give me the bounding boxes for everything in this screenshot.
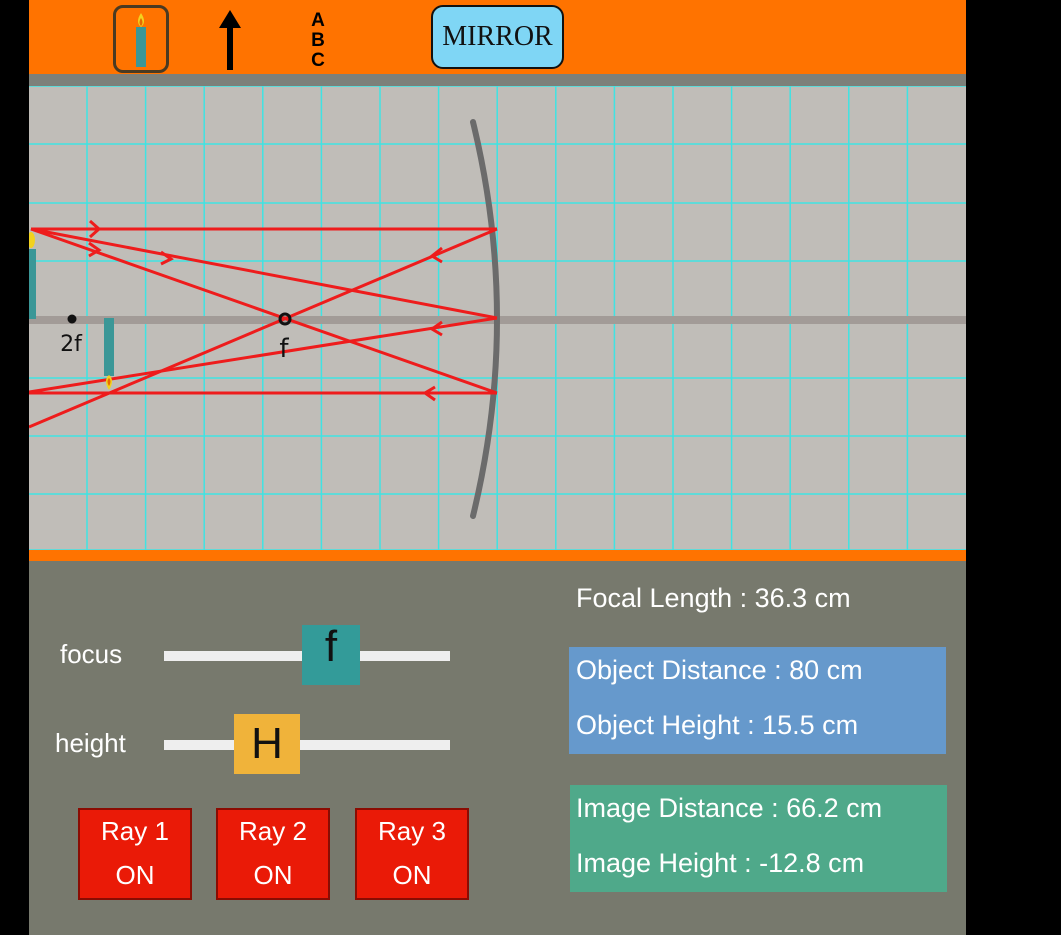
ray-1-label: Ray 1 xyxy=(101,816,169,846)
ray-3-state: ON xyxy=(392,860,432,890)
ray-1-toggle[interactable]: Ray 1 ON xyxy=(78,808,192,900)
object-height-readout: Object Height : 15.5 cm xyxy=(576,710,859,740)
focal-label: f xyxy=(279,334,289,364)
ray-2-label: Ray 2 xyxy=(239,816,307,846)
svg-text:C: C xyxy=(311,50,325,71)
ray-2-toggle[interactable]: Ray 2 ON xyxy=(216,808,330,900)
object-distance-readout: Object Distance : 80 cm xyxy=(576,655,863,685)
object-info-panel: Object Distance : 80 cm Object Height : … xyxy=(569,647,946,754)
image-height-readout: Image Height : -12.8 cm xyxy=(576,848,865,878)
focal-length-readout: Focal Length : 36.3 cm xyxy=(576,583,851,613)
optics-app: A B C MIRROR 2f f focus f height H Ray 1… xyxy=(29,0,966,935)
ray-1-state: ON xyxy=(115,860,155,890)
stage-border xyxy=(29,550,966,561)
candle-tool-button[interactable] xyxy=(113,5,169,73)
toolbar-divider xyxy=(29,74,966,86)
image-info-panel: Image Distance : 66.2 cm Image Height : … xyxy=(570,785,947,892)
letters-tool-button[interactable]: A B C xyxy=(301,8,335,72)
abc-letters-icon: A B C xyxy=(311,10,325,71)
ray-2-state: ON xyxy=(253,860,293,890)
ray-3-label: Ray 3 xyxy=(378,816,446,846)
focus-slider-thumb[interactable]: f xyxy=(302,625,360,685)
height-slider-track[interactable] xyxy=(164,740,450,750)
focus-label: focus xyxy=(60,639,123,669)
toolbar: A B C MIRROR xyxy=(29,0,966,74)
ray-3-toggle[interactable]: Ray 3 ON xyxy=(355,808,469,900)
svg-text:A: A xyxy=(311,10,325,31)
control-panel: focus f height H Ray 1 ON Ray 2 ON Ray 3… xyxy=(29,561,966,935)
mirror-button[interactable]: MIRROR xyxy=(431,5,564,69)
candle-icon xyxy=(136,13,146,67)
arrow-tool-button[interactable] xyxy=(215,8,245,72)
height-label: height xyxy=(55,728,126,758)
arrow-up-icon xyxy=(219,10,241,70)
svg-text:B: B xyxy=(311,30,325,51)
image-distance-readout: Image Distance : 66.2 cm xyxy=(576,793,883,823)
two-f-label: 2f xyxy=(60,332,83,357)
height-slider-thumb[interactable]: H xyxy=(234,714,300,774)
two-f-point xyxy=(67,314,77,324)
optics-stage[interactable]: 2f f xyxy=(29,86,966,550)
